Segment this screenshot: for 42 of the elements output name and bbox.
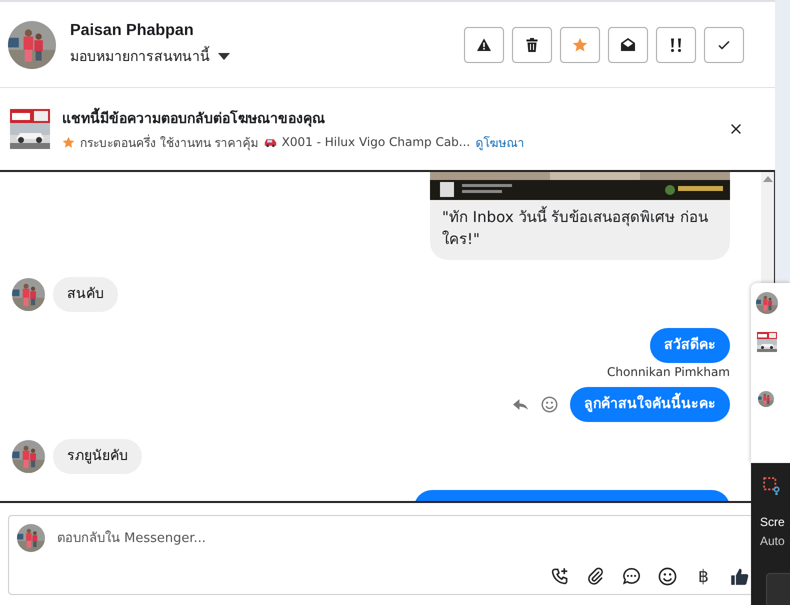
ad-headline: กระบะตอนครึ่ง ใช้งานทน ราคาคุ้ม xyxy=(80,134,259,152)
message-bubble: ลูกค้าสนใจคันนี้นะคะ xyxy=(570,387,730,422)
check-button[interactable] xyxy=(704,26,744,62)
message-bubble: สนคับ xyxy=(53,277,118,312)
smiley-button[interactable] xyxy=(658,567,677,586)
star-icon xyxy=(572,36,588,52)
phone-plus-button[interactable] xyxy=(550,567,569,586)
paperclip-button[interactable] xyxy=(586,567,605,586)
trash-icon xyxy=(524,36,540,52)
message-bubble: รภยูนัยคับ xyxy=(53,439,142,474)
warning-button[interactable] xyxy=(464,26,504,62)
currency-button[interactable]: ฿ xyxy=(694,567,713,586)
reply-input-field[interactable]: ตอบกลับใน Messenger... xyxy=(55,530,758,546)
chat-bubble-button[interactable] xyxy=(622,567,641,586)
star-icon xyxy=(62,136,75,148)
urgent-button[interactable] xyxy=(656,26,696,62)
smiley-icon[interactable] xyxy=(541,396,558,413)
toast-text: Auto xyxy=(760,534,785,548)
snipping-icon xyxy=(763,477,781,495)
caret-icon xyxy=(218,52,230,60)
star-button[interactable] xyxy=(560,26,600,62)
contact-name: Paisan Phabpan xyxy=(70,22,195,40)
toast-text: Scre xyxy=(760,515,785,529)
warning-icon xyxy=(476,36,492,52)
chat-bubble-icon xyxy=(622,567,641,586)
view-ad-link[interactable]: ดูโฆษณา xyxy=(475,132,524,152)
smiley-icon xyxy=(658,567,677,586)
envelope-icon xyxy=(620,36,636,52)
trash-button[interactable] xyxy=(512,26,552,62)
paperclip-icon xyxy=(586,567,605,586)
phone-plus-icon xyxy=(550,567,569,586)
assign-dropdown[interactable]: มอบหมายการสนทนานี้ xyxy=(70,45,230,67)
thumbs-up-icon xyxy=(730,567,749,586)
close-icon xyxy=(729,122,743,136)
ad-notice-title: แชทนี้มีข้อความตอบกลับต่อโฆษณาของคุณ xyxy=(62,106,722,128)
ad-message-text: "ทัก Inbox วันนี้ รับข้อเสนอสุดพิเศษ ก่อนใคร!" xyxy=(441,205,710,250)
exclamation-icon xyxy=(668,36,684,52)
ad-product: X001 - Hilux Vigo Champ Cab... xyxy=(282,135,470,149)
thumbs-up-button[interactable] xyxy=(730,567,749,586)
sender-name: Chonnikan Pimkham xyxy=(607,365,730,379)
message-bubble: สวัสดีคะ xyxy=(650,328,730,363)
envelope-button[interactable] xyxy=(608,26,648,62)
